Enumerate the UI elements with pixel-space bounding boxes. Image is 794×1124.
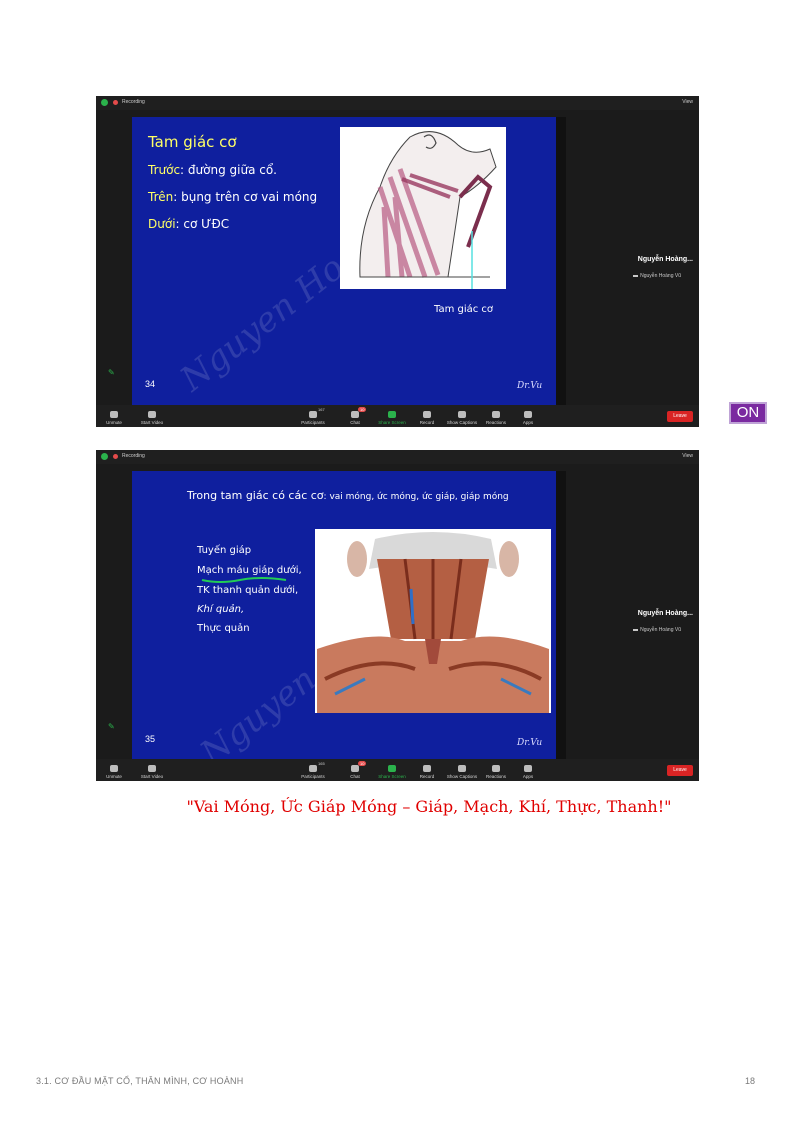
reactions-button[interactable]: Reactions [479,411,513,425]
slide-line-1: Trước: đường giữa cổ. [148,163,277,177]
unmute-button[interactable]: Unmute [97,765,131,779]
video-off-icon [148,765,156,772]
reactions-icon [492,765,500,772]
participant-audio: Nguyễn Hoàng Vũ [633,270,681,279]
leave-button[interactable]: Leave [667,411,693,422]
shared-slide-35: Nguyen Hoang Vu Trong tam giác có các cơ… [132,471,556,759]
participant-name[interactable]: Nguyễn Hoàng... [638,256,693,263]
captions-icon [458,411,466,418]
recording-icon [113,454,118,459]
annotate-icon[interactable]: ✎ [108,368,115,377]
underline-annotation [201,577,287,583]
slide-item-5: Thực quản [197,623,250,634]
slide-number: 34 [145,379,156,389]
annotate-icon[interactable]: ✎ [108,722,115,731]
neck-muscle-illustration [340,127,506,289]
zoom-top-bar: Recording View [96,450,699,464]
chat-button[interactable]: Chat 10 [338,407,372,425]
record-icon [423,765,431,772]
chat-button[interactable]: Chat 10 [338,761,372,779]
neck-anatomy-image [315,529,551,713]
mic-muted-icon [110,411,118,418]
captions-button[interactable]: Show Captions [445,765,479,779]
start-video-button[interactable]: Start Video [135,411,169,425]
page-number: 18 [745,1076,756,1086]
slide-number: 35 [145,734,156,744]
participant-audio: Nguyễn Hoàng Vũ [633,624,681,633]
triangle-caption: Tam giác cơ [434,304,494,315]
participants-button[interactable]: Participants 165 [296,761,330,779]
participants-icon [309,765,317,772]
recording-label: Recording [122,453,145,459]
apps-icon [524,765,532,772]
share-screen-button[interactable]: Share Screen [375,411,409,425]
slide-line-3: Dưới: cơ ƯĐC [148,217,230,231]
slide-item-4: Khí quản, [197,604,245,615]
leave-button[interactable]: Leave [667,765,693,776]
mnemonic-caption: "Vai Móng, Ức Giáp Móng – Giáp, Mạch, Kh… [186,797,672,816]
view-button[interactable]: View [682,98,693,107]
chat-icon [351,765,359,772]
mic-muted-icon [110,765,118,772]
participants-button[interactable]: Participants 167 [296,407,330,425]
participant-name[interactable]: Nguyễn Hoàng... [638,610,693,617]
slide-item-3: TK thanh quản dưới, [197,585,299,596]
view-button[interactable]: View [682,452,693,461]
zoom-window-2: Recording View Nguyen Hoang Vu Trong tam… [96,450,699,781]
slide-title: Tam giác cơ [148,133,237,151]
slide-item-1: Tuyến giáp [197,545,252,556]
record-button[interactable]: Record [410,411,444,425]
footer-section-title: 3.1. CƠ ĐẦU MẶT CỔ, THÂN MÌNH, CƠ HOÀNH [36,1076,244,1086]
participants-icon [309,411,317,418]
apps-icon [524,411,532,418]
signal-icon [633,270,639,277]
reactions-icon [492,411,500,418]
recording-label: Recording [122,99,145,105]
zoom-window-1: Recording View Nguyen Hoang Vu Tam giác … [96,96,699,427]
captions-button[interactable]: Show Captions [445,411,479,425]
reactions-button[interactable]: Reactions [479,765,513,779]
shield-icon[interactable] [101,99,108,106]
slide-line-2: Trên: bụng trên cơ vai móng [148,190,318,204]
slide-item-2: Mạch máu giáp dưới, [197,565,302,576]
slide-margin [556,117,566,405]
shared-slide-34: Nguyen Hoang Vu Tam giác cơ Trước: đường… [132,117,556,405]
share-icon [388,765,396,772]
on-badge: ON [729,402,767,424]
slide-signature: Dr.Vu [517,738,543,748]
unmute-button[interactable]: Unmute [97,411,131,425]
zoom-toolbar: Unmute Start Video Participants 167 Chat 1… [96,405,699,427]
share-screen-button[interactable]: Share Screen [375,765,409,779]
signal-icon [633,624,639,631]
zoom-top-bar: Recording View [96,96,699,110]
apps-button[interactable]: Apps [511,411,545,425]
start-video-button[interactable]: Start Video [135,765,169,779]
share-icon [388,411,396,418]
chat-icon [351,411,359,418]
video-off-icon [148,411,156,418]
zoom-toolbar: Unmute Start Video Participants 165 Chat 1… [96,759,699,781]
slide-title: Trong tam giác có các cơ: vai móng, ức m… [187,489,509,502]
slide-signature: Dr.Vu [517,381,543,391]
recording-icon [113,100,118,105]
captions-icon [458,765,466,772]
apps-button[interactable]: Apps [511,765,545,779]
shield-icon[interactable] [101,453,108,460]
slide-margin [556,471,566,759]
record-icon [423,411,431,418]
record-button[interactable]: Record [410,765,444,779]
